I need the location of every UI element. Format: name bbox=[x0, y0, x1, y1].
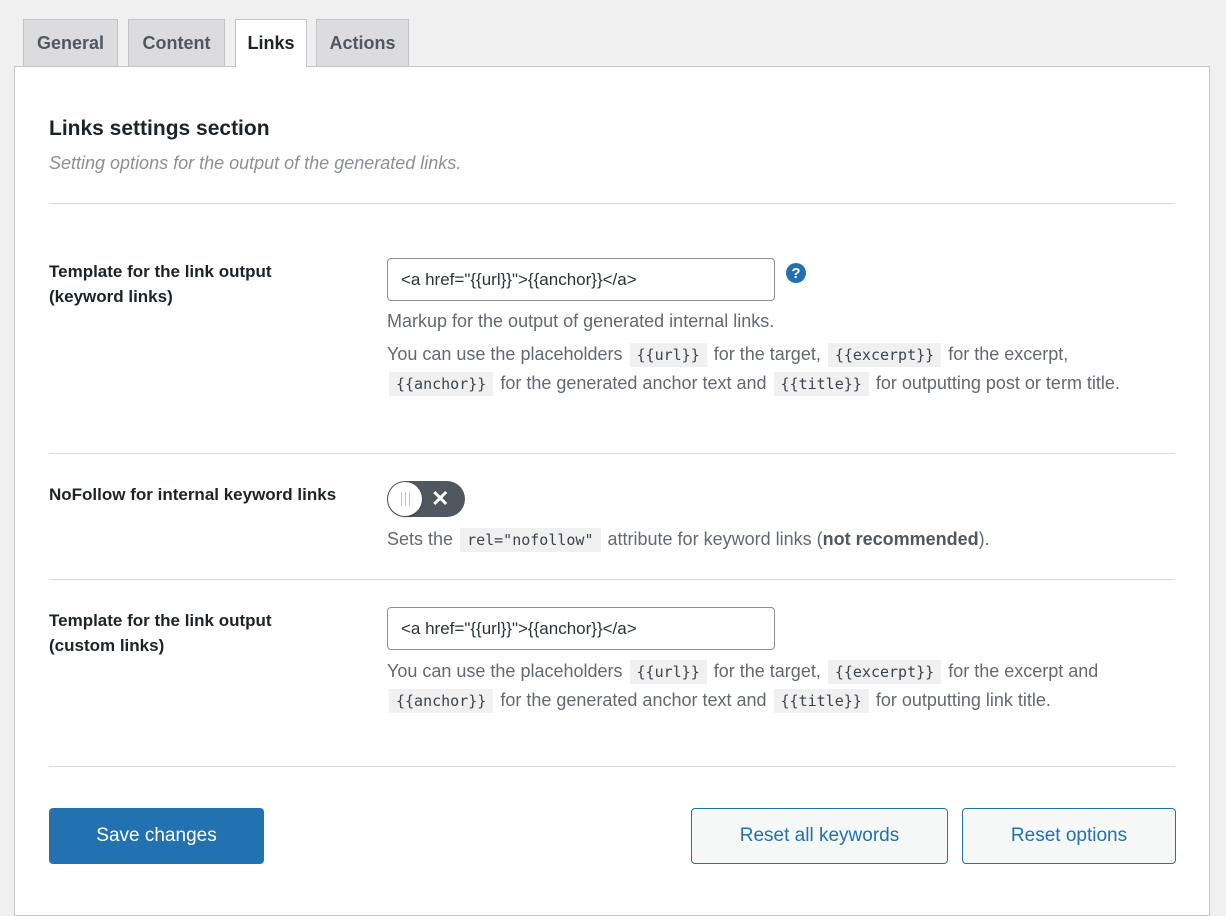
code-rel-nofollow: rel="nofollow" bbox=[460, 528, 601, 552]
nofollow-label: NoFollow for internal keyword links bbox=[49, 485, 337, 504]
keyword-template-label: Template for the link output (keyword li… bbox=[49, 262, 272, 306]
code-url: {{url}} bbox=[629, 660, 707, 684]
settings-panel: Links settings section Setting options f… bbox=[14, 66, 1210, 916]
code-url: {{url}} bbox=[629, 343, 707, 367]
nofollow-toggle[interactable]: ✕ bbox=[387, 481, 465, 517]
custom-template-label: Template for the link output (custom lin… bbox=[49, 611, 272, 655]
keyword-template-input[interactable] bbox=[387, 258, 775, 301]
tab-content[interactable]: Content bbox=[128, 19, 225, 66]
keyword-template-desc: Markup for the output of generated inter… bbox=[387, 311, 775, 331]
toggle-knob bbox=[388, 482, 422, 516]
section-title: Links settings section bbox=[49, 117, 270, 140]
code-anchor: {{anchor}} bbox=[389, 372, 494, 396]
reset-options-button[interactable]: Reset options bbox=[962, 808, 1176, 864]
close-icon: ✕ bbox=[431, 486, 450, 511]
tab-general[interactable]: General bbox=[23, 19, 118, 66]
code-excerpt: {{excerpt}} bbox=[827, 343, 942, 367]
divider bbox=[49, 579, 1175, 580]
code-anchor: {{anchor}} bbox=[389, 689, 494, 713]
divider bbox=[49, 453, 1175, 454]
reset-all-keywords-button[interactable]: Reset all keywords bbox=[691, 808, 948, 864]
code-title: {{title}} bbox=[773, 689, 869, 713]
custom-template-placeholders: You can use the placeholders {{url}} for… bbox=[387, 657, 1157, 715]
nofollow-desc: Sets the rel="nofollow" attribute for ke… bbox=[387, 525, 1167, 554]
tab-links[interactable]: Links bbox=[235, 19, 307, 67]
save-changes-button[interactable]: Save changes bbox=[49, 808, 264, 864]
section-description: Setting options for the output of the ge… bbox=[49, 153, 462, 173]
divider bbox=[49, 766, 1175, 767]
custom-template-input[interactable] bbox=[387, 607, 775, 650]
keyword-template-placeholders: You can use the placeholders {{url}} for… bbox=[387, 340, 1147, 398]
code-excerpt: {{excerpt}} bbox=[827, 660, 942, 684]
code-title: {{title}} bbox=[773, 372, 869, 396]
divider bbox=[49, 203, 1175, 204]
tab-actions[interactable]: Actions bbox=[316, 19, 409, 66]
question-mark-circle-icon[interactable]: ? bbox=[786, 263, 806, 283]
